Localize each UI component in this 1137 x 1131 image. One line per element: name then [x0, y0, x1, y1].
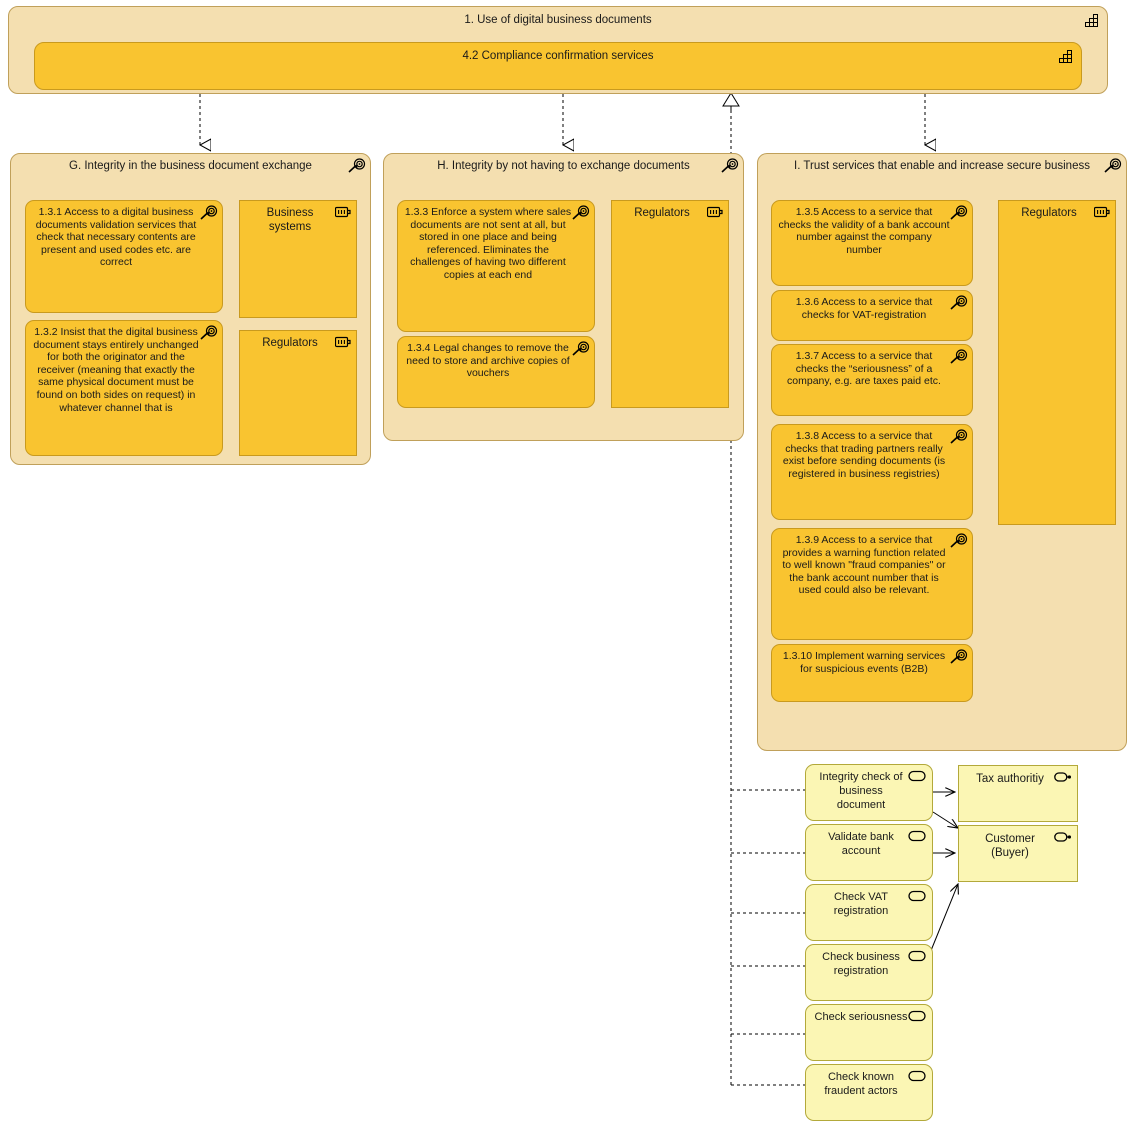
- capability-inner-4-2[interactable]: 4.2 Compliance confirmation services: [34, 42, 1082, 90]
- goal-icon: [950, 349, 968, 365]
- service-integrity-check[interactable]: Integrity check of business document: [805, 764, 933, 821]
- resource-regulators-i[interactable]: Regulators: [998, 200, 1116, 525]
- goal-1-3-8[interactable]: 1.3.8 Access to a service that checks th…: [771, 424, 973, 520]
- service-icon: [908, 830, 926, 842]
- capability-icon: [1085, 13, 1100, 27]
- goal-label: 1.3.4 Legal changes to remove the need t…: [406, 342, 570, 380]
- goal-icon: [950, 533, 968, 549]
- resource-icon: [1093, 206, 1110, 218]
- service-icon: [908, 1070, 926, 1082]
- goal-label: 1.3.1 Access to a digital business docum…: [35, 206, 197, 269]
- resource-icon: [334, 336, 351, 348]
- goal-icon: [950, 649, 968, 665]
- goal-icon: [572, 205, 590, 221]
- actor-customer-buyer[interactable]: Customer (Buyer): [958, 825, 1078, 882]
- resource-business-systems[interactable]: Business systems: [239, 200, 357, 318]
- goal-1-3-3[interactable]: 1.3.3 Enforce a system where sales docum…: [397, 200, 595, 332]
- goal-icon: [950, 205, 968, 221]
- goal-label: 1.3.6 Access to a service that checks fo…: [795, 296, 933, 321]
- service-icon: [908, 1010, 926, 1022]
- service-check-seriousness[interactable]: Check seriousness: [805, 1004, 933, 1061]
- goal-label: 1.3.5 Access to a service that checks th…: [778, 206, 950, 256]
- capability-icon: [1059, 49, 1074, 63]
- group-g-label: G. Integrity in the business document ex…: [69, 160, 312, 172]
- goal-1-3-9[interactable]: 1.3.9 Access to a service that provides …: [771, 528, 973, 640]
- resource-regulators-g[interactable]: Regulators: [239, 330, 357, 456]
- goal-1-3-5[interactable]: 1.3.5 Access to a service that checks th…: [771, 200, 973, 286]
- service-icon: [908, 770, 926, 782]
- goal-icon: [200, 205, 218, 221]
- diagram-canvas: 1. Use of digital business documents 4.2…: [0, 0, 1137, 1131]
- actor-icon: [1054, 831, 1071, 843]
- service-validate-bank-account[interactable]: Validate bank account: [805, 824, 933, 881]
- goal-1-3-2[interactable]: 1.3.2 Insist that the digital business d…: [25, 320, 223, 456]
- capability-outer-label: 1. Use of digital business documents: [464, 14, 652, 26]
- goal-label: 1.3.3 Enforce a system where sales docum…: [404, 206, 572, 281]
- resource-icon: [334, 206, 351, 218]
- capability-inner-label: 4.2 Compliance confirmation services: [462, 50, 654, 62]
- service-check-business-registration[interactable]: Check business registration: [805, 944, 933, 1001]
- service-check-vat-registration[interactable]: Check VAT registration: [805, 884, 933, 941]
- goal-icon: [950, 295, 968, 311]
- goal-label: 1.3.9 Access to a service that provides …: [782, 534, 946, 597]
- goal-label: 1.3.7 Access to a service that checks th…: [787, 350, 941, 388]
- goal-1-3-10[interactable]: 1.3.10 Implement warning services for su…: [771, 644, 973, 702]
- service-icon: [908, 890, 926, 902]
- goal-1-3-4[interactable]: 1.3.4 Legal changes to remove the need t…: [397, 336, 595, 408]
- goal-label: 1.3.8 Access to a service that checks th…: [782, 430, 946, 480]
- actor-tax-authority[interactable]: Tax authoritiy: [958, 765, 1078, 822]
- group-i-label: I. Trust services that enable and increa…: [794, 160, 1090, 172]
- goal-1-3-6[interactable]: 1.3.6 Access to a service that checks fo…: [771, 290, 973, 341]
- goal-icon: [721, 158, 739, 174]
- goal-icon: [200, 325, 218, 341]
- resource-regulators-h[interactable]: Regulators: [611, 200, 729, 408]
- goal-icon: [348, 158, 366, 174]
- goal-1-3-1[interactable]: 1.3.1 Access to a digital business docum…: [25, 200, 223, 313]
- goal-icon: [572, 341, 590, 357]
- goal-label: 1.3.2 Insist that the digital business d…: [33, 326, 199, 414]
- goal-label: 1.3.10 Implement warning services for su…: [782, 650, 946, 675]
- goal-icon: [1104, 158, 1122, 174]
- resource-icon: [706, 206, 723, 218]
- service-check-known-fraudent-actors[interactable]: Check known fraudent actors: [805, 1064, 933, 1121]
- goal-icon: [950, 429, 968, 445]
- group-h-label: H. Integrity by not having to exchange d…: [437, 160, 690, 172]
- actor-icon: [1054, 771, 1071, 783]
- goal-1-3-7[interactable]: 1.3.7 Access to a service that checks th…: [771, 344, 973, 416]
- service-icon: [908, 950, 926, 962]
